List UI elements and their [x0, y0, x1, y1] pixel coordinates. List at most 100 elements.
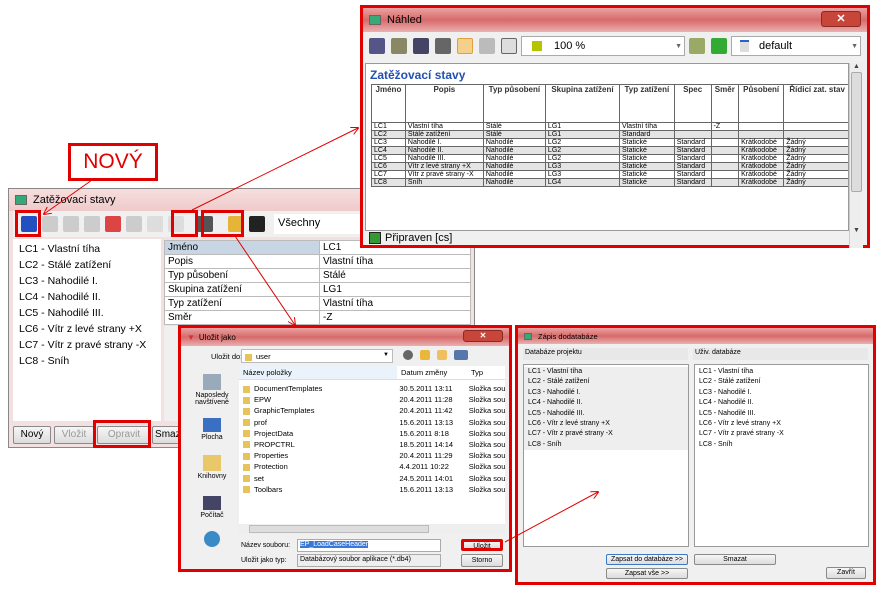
list-item[interactable]: LC6 - Vítr z levé strany +X — [695, 419, 868, 429]
place-computer[interactable]: Počítač — [185, 496, 239, 519]
list-item[interactable]: LC2 - Stálé zatížení — [695, 377, 868, 387]
back-icon[interactable] — [403, 350, 413, 360]
folder-icon — [243, 441, 250, 449]
edit-book-green-icon[interactable] — [711, 38, 727, 54]
list-item[interactable]: LC4 - Nahodilé II. — [695, 398, 868, 408]
file-row[interactable]: Properties 20.4.2011 11:29 Složka sou — [239, 450, 505, 461]
page-width-icon[interactable] — [479, 38, 495, 54]
print-icon[interactable] — [435, 38, 451, 54]
place-recent[interactable]: Naposledy navštívené — [185, 374, 239, 406]
filetype-select[interactable]: Databázový soubor aplikace (*.db4) — [297, 554, 441, 567]
folder-select[interactable]: user ▼ — [241, 349, 393, 363]
user-db-list[interactable]: LC1 - Vlastní tíha LC2 - Stálé zatížení LC… — [694, 364, 869, 547]
property-value[interactable]: LG1 — [319, 282, 471, 297]
place-libraries[interactable]: Knihovny — [185, 455, 239, 480]
list-item[interactable]: LC5 - Nahodilé III. — [524, 408, 688, 419]
project-db-label: Databáze projektu — [523, 348, 688, 360]
list-item[interactable]: LC2 - Stálé zatížení — [524, 377, 688, 388]
write-all-button[interactable]: Zapsat vše >> — [606, 568, 688, 579]
property-value[interactable]: Vlastní tíha — [319, 296, 471, 311]
up-folder-icon[interactable] — [420, 350, 430, 360]
project-db-list[interactable]: LC1 - Vlastní tíha LC2 - Stálé zatížení LC… — [523, 364, 689, 547]
file-row[interactable]: EPW 20.4.2011 11:28 Složka sou — [239, 394, 505, 405]
list-item[interactable]: LC8 - Sníh — [524, 439, 688, 451]
property-value[interactable]: Vlastní tíha — [319, 254, 471, 269]
table-cell: Nahodilé III. — [404, 154, 484, 163]
file-row[interactable]: Protection 4.4.2011 10:22 Složka sou — [239, 461, 505, 472]
save-button[interactable]: Uložit — [461, 539, 503, 551]
file-row[interactable]: Toolbars 15.6.2011 13:13 Složka sou — [239, 484, 505, 495]
list-item[interactable]: LC5 - Nahodilé III. — [695, 409, 868, 419]
list-item[interactable]: LC1 - Vlastní tíha — [695, 367, 868, 377]
delete-button[interactable]: Smazat — [694, 554, 776, 565]
list-item[interactable]: LC3 - Nahodilé I. — [13, 273, 161, 289]
close-button[interactable]: Zavřít — [826, 567, 866, 579]
list-item[interactable]: LC3 - Nahodilé I. — [695, 388, 868, 398]
insert-button[interactable]: Vložit — [54, 426, 94, 444]
property-row[interactable]: Popis Vlastní tíha — [164, 254, 471, 269]
new-button[interactable]: Nový — [13, 426, 51, 444]
load-case-list[interactable]: LC1 - Vlastní tíha LC2 - Stálé zatížení LC… — [13, 239, 161, 421]
list-item[interactable]: LC8 - Sníh — [13, 353, 161, 369]
list-item[interactable]: LC1 - Vlastní tíha — [524, 367, 688, 378]
file-row[interactable]: DocumentTemplates 30.5.2011 13:11 Složka s… — [239, 383, 505, 394]
column-type[interactable]: Typ — [467, 366, 483, 379]
file-row[interactable]: ProjectData 15.6.2011 8:18 Složka sou — [239, 428, 505, 439]
edit-icon[interactable] — [63, 216, 79, 232]
property-row[interactable]: Směr -Z — [164, 310, 471, 325]
file-row[interactable]: PROPCTRL 18.5.2011 14:14 Složka sou — [239, 439, 505, 450]
close-button[interactable]: ✕ — [821, 11, 861, 27]
write-to-db-button[interactable]: Zapsat do databáze >> — [606, 554, 688, 565]
save-icon[interactable] — [249, 216, 265, 232]
table-cell: Žádný — [783, 162, 848, 171]
horizontal-scrollbar[interactable] — [239, 524, 505, 534]
list-item[interactable]: LC6 - Vítr z levé strany +X — [13, 321, 161, 337]
new-folder-icon[interactable] — [437, 350, 447, 360]
network-icon[interactable] — [204, 531, 220, 547]
delete-icon[interactable] — [105, 216, 121, 232]
list-item[interactable]: LC1 - Vlastní tíha — [13, 241, 161, 257]
list-item[interactable]: LC5 - Nahodilé III. — [13, 305, 161, 321]
table-cell: Vítr z pravé strany -X — [404, 170, 484, 179]
list-item[interactable]: LC2 - Stálé zatížení — [13, 257, 161, 273]
paste-icon[interactable] — [84, 216, 100, 232]
zoom-select[interactable]: 100 % ▼ — [521, 36, 685, 56]
property-value[interactable]: -Z — [319, 310, 471, 325]
computer-icon — [203, 496, 221, 510]
file-row[interactable]: set 24.5.2011 14:01 Složka sou — [239, 473, 505, 484]
list-item[interactable]: LC6 - Vítr z levé strany +X — [524, 418, 688, 430]
column-date[interactable]: Datum změny — [397, 366, 467, 379]
copy-icon[interactable] — [42, 216, 58, 232]
list-item[interactable]: LC7 - Vítr z pravé strany -X — [524, 429, 688, 440]
edit-book-icon[interactable] — [689, 38, 705, 54]
place-desktop[interactable]: Plocha — [185, 418, 239, 441]
list-item[interactable]: LC7 - Vítr z pravé strany -X — [695, 429, 868, 439]
view-menu-icon[interactable] — [454, 350, 468, 360]
list-item[interactable]: LC3 - Nahodilé I. — [524, 387, 688, 399]
list-item[interactable]: LC7 - Vítr z pravé strany -X — [13, 337, 161, 353]
file-list[interactable]: Název položky Datum změny Typ DocumentTe… — [239, 366, 505, 534]
property-row[interactable]: Skupina zatížení LG1 — [164, 282, 471, 297]
undo-icon[interactable] — [147, 216, 163, 232]
page-view-icon[interactable] — [457, 38, 473, 54]
property-row[interactable]: Typ zatížení Vlastní tíha — [164, 296, 471, 311]
file-row[interactable]: prof 15.6.2011 13:13 Složka sou — [239, 417, 505, 428]
property-row[interactable]: Typ působení Stálé — [164, 268, 471, 283]
vertical-scrollbar[interactable]: ▲ ▼ — [849, 63, 863, 248]
file-row[interactable]: GraphicTemplates 20.4.2011 11:42 Složka so… — [239, 405, 505, 416]
export-icon[interactable] — [413, 38, 429, 54]
copy-icon[interactable] — [369, 38, 385, 54]
close-button[interactable]: ✕ — [463, 330, 503, 342]
scroll-thumb[interactable] — [851, 72, 862, 192]
full-page-icon[interactable] — [501, 38, 517, 54]
style-select[interactable]: default ▼ — [731, 36, 861, 56]
list-item[interactable]: LC4 - Nahodilé II. — [13, 289, 161, 305]
cancel-button[interactable]: Storno — [461, 554, 503, 567]
book-icon[interactable] — [391, 38, 407, 54]
property-value[interactable]: Stálé — [319, 268, 471, 283]
tree-icon[interactable] — [126, 216, 142, 232]
column-name[interactable]: Název položky — [239, 366, 397, 379]
list-item[interactable]: LC8 - Sníh — [695, 440, 868, 450]
filename-input[interactable]: EP_LoadCaseHeader — [297, 539, 441, 552]
list-item[interactable]: LC4 - Nahodilé II. — [524, 398, 688, 409]
